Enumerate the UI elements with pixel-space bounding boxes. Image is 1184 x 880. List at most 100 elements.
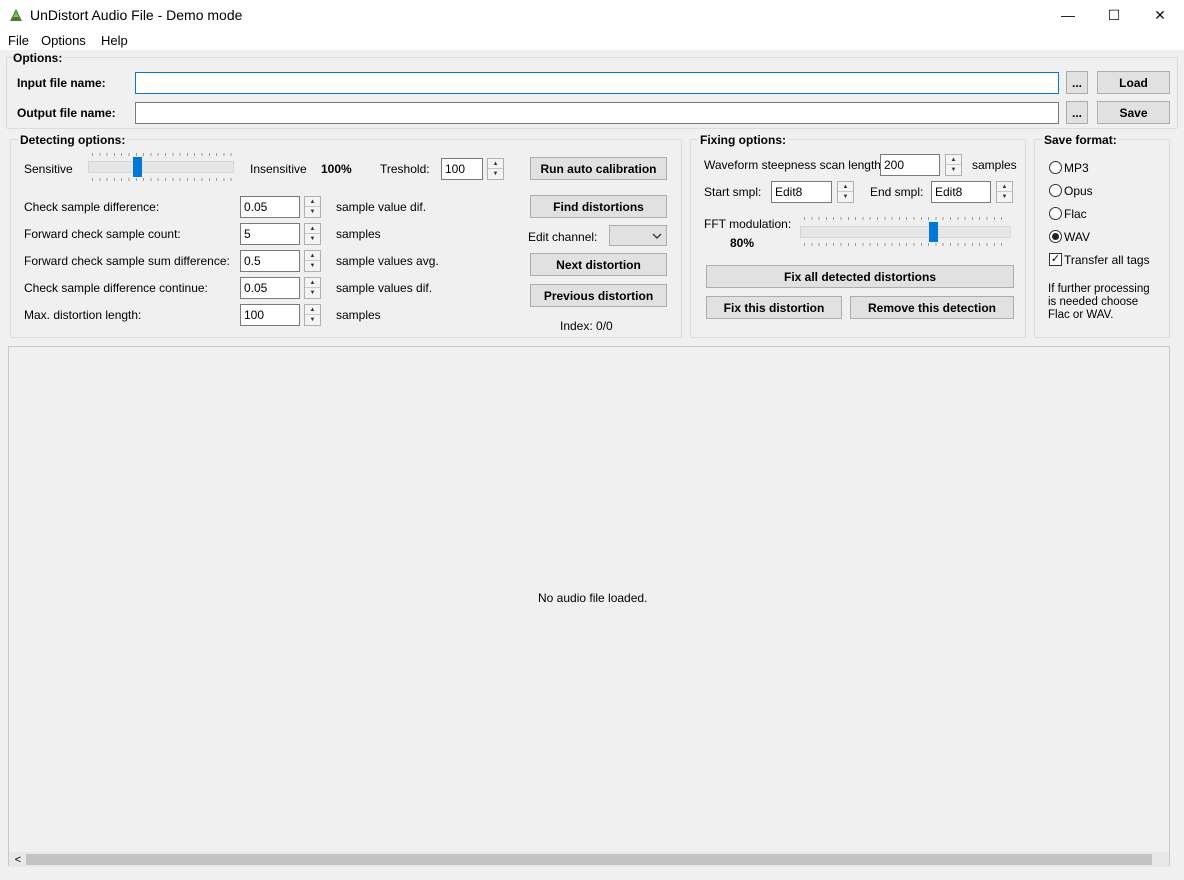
input-browse-button[interactable]: ... bbox=[1066, 71, 1088, 94]
spin-down-icon[interactable]: ▼ bbox=[997, 192, 1012, 202]
steepness-label: Waveform steepness scan length: bbox=[704, 158, 885, 172]
spin-down-icon[interactable]: ▼ bbox=[305, 261, 320, 271]
window-title: UnDistort Audio File - Demo mode bbox=[30, 7, 243, 23]
minimize-button[interactable]: — bbox=[1045, 0, 1091, 30]
radio-opus[interactable] bbox=[1049, 184, 1062, 197]
sensitivity-ticks-bottom bbox=[92, 178, 232, 181]
check-sample-difference-field[interactable] bbox=[240, 196, 300, 218]
scroll-left-icon[interactable]: < bbox=[12, 852, 24, 867]
spin-up-icon[interactable]: ▲ bbox=[997, 182, 1012, 192]
max-distortion-length-spinner[interactable]: ▲ ▼ bbox=[304, 304, 321, 326]
radio-opus-label[interactable]: Opus bbox=[1064, 184, 1093, 198]
end-sample-spinner[interactable]: ▲ ▼ bbox=[996, 181, 1013, 203]
menu-bar bbox=[0, 30, 1184, 50]
load-button[interactable]: Load bbox=[1097, 71, 1170, 94]
fft-modulation-label: FFT modulation: bbox=[704, 217, 792, 231]
spin-down-icon[interactable]: ▼ bbox=[305, 288, 320, 298]
spin-down-icon[interactable]: ▼ bbox=[305, 207, 320, 217]
radio-mp3[interactable] bbox=[1049, 161, 1062, 174]
forward-check-sum-unit: sample values avg. bbox=[336, 254, 439, 268]
forward-check-sum-spinner[interactable]: ▲ ▼ bbox=[304, 250, 321, 272]
forward-check-count-label: Forward check sample count: bbox=[24, 227, 181, 241]
spin-up-icon[interactable]: ▲ bbox=[946, 155, 961, 165]
input-file-label: Input file name: bbox=[17, 76, 106, 90]
check-difference-continue-field[interactable] bbox=[240, 277, 300, 299]
remove-detection-button[interactable]: Remove this detection bbox=[850, 296, 1014, 319]
transfer-tags-label[interactable]: Transfer all tags bbox=[1064, 253, 1150, 267]
minimize-icon: — bbox=[1061, 7, 1075, 23]
forward-check-count-unit: samples bbox=[336, 227, 381, 241]
next-distortion-button[interactable]: Next distortion bbox=[530, 253, 667, 276]
save-format-note: If further processing is needed choose F… bbox=[1048, 283, 1150, 321]
fft-modulation-value: 80% bbox=[730, 236, 755, 250]
fft-slider-track[interactable] bbox=[800, 226, 1011, 238]
treshold-spinner[interactable]: ▲ ▼ bbox=[487, 158, 504, 180]
edit-channel-dropdown[interactable] bbox=[609, 225, 667, 246]
treshold-field[interactable] bbox=[441, 158, 483, 180]
menu-options[interactable]: Options bbox=[41, 33, 86, 48]
spin-up-icon[interactable]: ▲ bbox=[305, 278, 320, 288]
spin-down-icon[interactable]: ▼ bbox=[946, 165, 961, 175]
output-file-field[interactable] bbox=[135, 102, 1059, 124]
start-sample-spinner[interactable]: ▲ ▼ bbox=[837, 181, 854, 203]
check-difference-continue-spinner[interactable]: ▲ ▼ bbox=[304, 277, 321, 299]
max-distortion-length-label: Max. distortion length: bbox=[24, 308, 142, 322]
spin-up-icon[interactable]: ▲ bbox=[838, 182, 853, 192]
end-sample-field[interactable] bbox=[931, 181, 991, 203]
fixing-options-title: Fixing options: bbox=[698, 133, 788, 147]
input-file-field[interactable] bbox=[135, 72, 1059, 94]
spin-up-icon[interactable]: ▲ bbox=[305, 305, 320, 315]
run-auto-calibration-button[interactable]: Run auto calibration bbox=[530, 157, 667, 180]
transfer-tags-checkbox[interactable]: ✓ bbox=[1049, 253, 1062, 266]
previous-distortion-button[interactable]: Previous distortion bbox=[530, 284, 667, 307]
close-button[interactable]: ✕ bbox=[1137, 0, 1183, 30]
spin-up-icon[interactable]: ▲ bbox=[305, 251, 320, 261]
spin-up-icon[interactable]: ▲ bbox=[488, 159, 503, 169]
sensitive-label: Sensitive bbox=[24, 162, 73, 176]
fix-all-distortions-button[interactable]: Fix all detected distortions bbox=[706, 265, 1014, 288]
edit-channel-label: Edit channel: bbox=[528, 230, 598, 244]
spin-down-icon[interactable]: ▼ bbox=[305, 315, 320, 325]
start-sample-label: Start smpl: bbox=[704, 185, 762, 199]
fft-slider-thumb[interactable] bbox=[929, 222, 938, 242]
radio-wav-label[interactable]: WAV bbox=[1064, 230, 1090, 244]
radio-flac[interactable] bbox=[1049, 207, 1062, 220]
save-format-title: Save format: bbox=[1042, 133, 1119, 147]
output-file-label: Output file name: bbox=[17, 106, 116, 120]
radio-flac-label[interactable]: Flac bbox=[1064, 207, 1087, 221]
menu-file[interactable]: File bbox=[8, 33, 29, 48]
radio-wav[interactable] bbox=[1049, 230, 1062, 243]
save-button[interactable]: Save bbox=[1097, 101, 1170, 124]
forward-check-count-spinner[interactable]: ▲ ▼ bbox=[304, 223, 321, 245]
spin-down-icon[interactable]: ▼ bbox=[838, 192, 853, 202]
max-distortion-length-field[interactable] bbox=[240, 304, 300, 326]
spin-up-icon[interactable]: ▲ bbox=[305, 224, 320, 234]
sensitivity-slider-track[interactable] bbox=[88, 161, 234, 173]
sensitivity-slider-thumb[interactable] bbox=[133, 157, 142, 177]
close-icon: ✕ bbox=[1154, 6, 1166, 23]
steepness-field[interactable] bbox=[880, 154, 940, 176]
chevron-down-icon bbox=[652, 233, 662, 239]
steepness-spinner[interactable]: ▲ ▼ bbox=[945, 154, 962, 176]
forward-check-sum-field[interactable] bbox=[240, 250, 300, 272]
radio-mp3-label[interactable]: MP3 bbox=[1064, 161, 1089, 175]
scrollbar-thumb[interactable] bbox=[26, 854, 1152, 865]
output-browse-button[interactable]: ... bbox=[1066, 101, 1088, 124]
find-distortions-button[interactable]: Find distortions bbox=[530, 195, 667, 218]
sensitivity-ticks-top bbox=[92, 153, 232, 156]
check-difference-continue-unit: sample values dif. bbox=[336, 281, 433, 295]
fix-this-distortion-button[interactable]: Fix this distortion bbox=[706, 296, 842, 319]
spin-down-icon[interactable]: ▼ bbox=[488, 169, 503, 179]
start-sample-field[interactable] bbox=[771, 181, 832, 203]
maximize-button[interactable]: ☐ bbox=[1091, 0, 1137, 30]
spin-up-icon[interactable]: ▲ bbox=[305, 197, 320, 207]
forward-check-count-field[interactable] bbox=[240, 223, 300, 245]
check-sample-difference-spinner[interactable]: ▲ ▼ bbox=[304, 196, 321, 218]
detecting-options-title: Detecting options: bbox=[18, 133, 128, 147]
check-mark-icon: ✓ bbox=[1050, 253, 1061, 265]
check-difference-continue-label: Check sample difference continue: bbox=[24, 281, 208, 295]
spin-down-icon[interactable]: ▼ bbox=[305, 234, 320, 244]
waveform-panel[interactable] bbox=[8, 346, 1170, 866]
menu-help[interactable]: Help bbox=[101, 33, 128, 48]
index-text: Index: 0/0 bbox=[560, 319, 613, 333]
